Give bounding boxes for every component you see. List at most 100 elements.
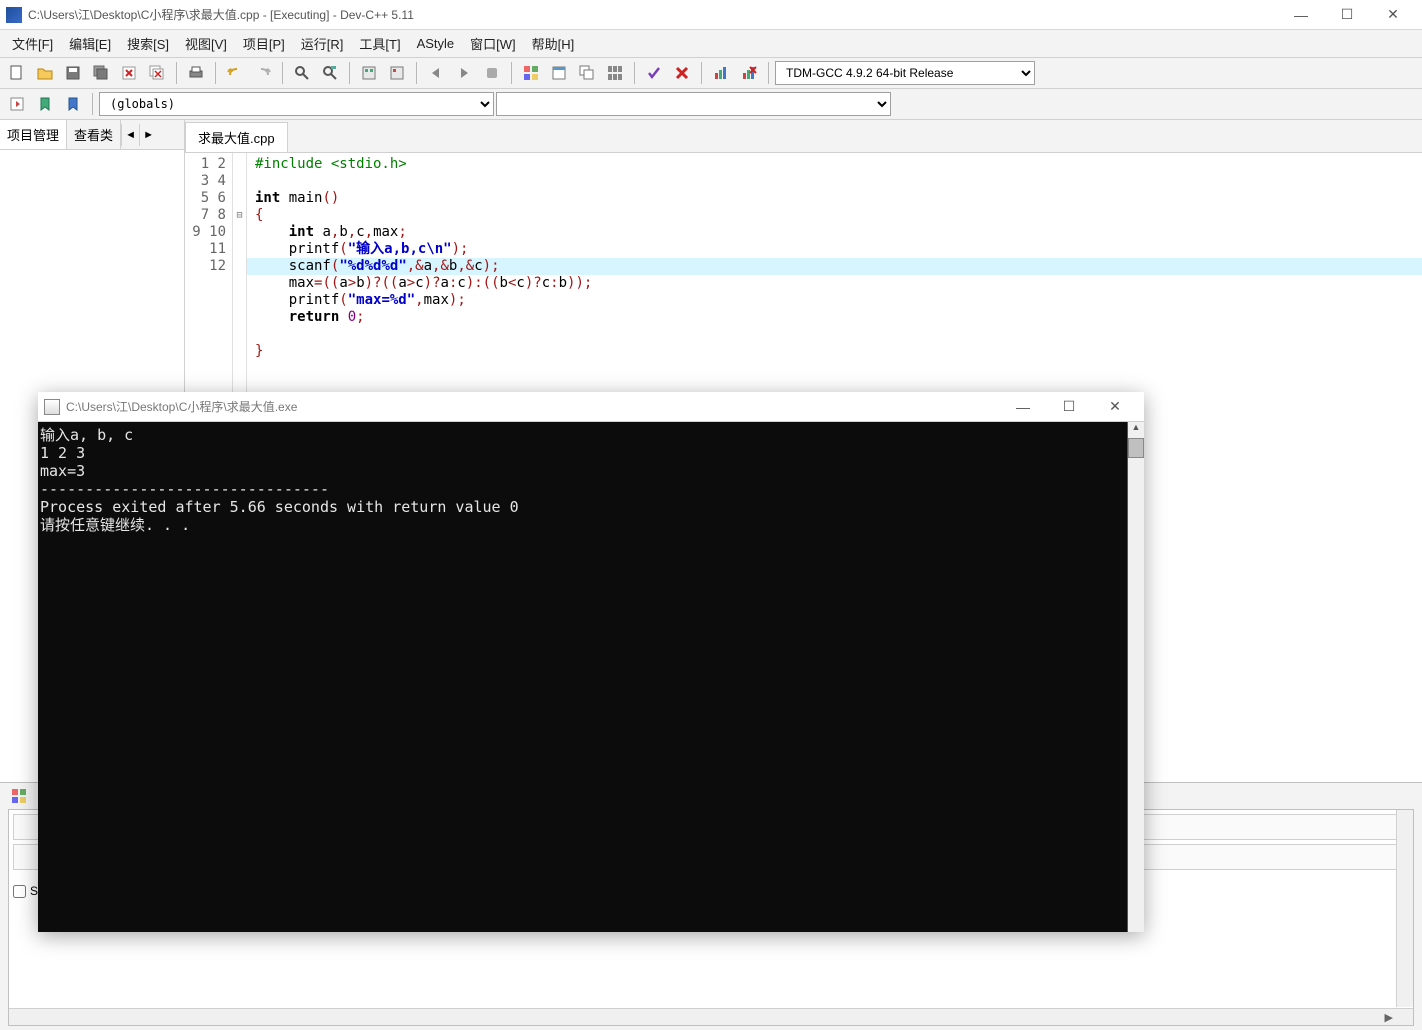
minimize-button[interactable]: —: [1278, 1, 1324, 29]
toolbar-separator: [349, 62, 350, 84]
console-titlebar[interactable]: C:\Users\江\Desktop\C小程序\求最大值.exe — ☐ ✕: [38, 392, 1144, 422]
title-bar: C:\Users\江\Desktop\C小程序\求最大值.cpp - [Exec…: [0, 0, 1422, 30]
main-toolbar: TDM-GCC 4.9.2 64-bit Release: [0, 58, 1422, 89]
menu-file[interactable]: 文件[F]: [4, 30, 61, 57]
console-scrollbar[interactable]: ▲: [1127, 422, 1144, 932]
profile-del-icon[interactable]: [736, 60, 762, 86]
code-token: c: [356, 224, 364, 240]
code-token: );: [483, 258, 500, 274]
code-token: ,&: [407, 258, 424, 274]
console-body: 输入a, b, c 1 2 3 max=3 ------------------…: [38, 422, 1144, 932]
toolbar-separator: [634, 62, 635, 84]
compiler-select[interactable]: TDM-GCC 4.9.2 64-bit Release: [775, 61, 1035, 85]
run-icon[interactable]: [384, 60, 410, 86]
menu-help[interactable]: 帮助[H]: [524, 30, 583, 57]
grid4-icon[interactable]: [518, 60, 544, 86]
new-file-icon[interactable]: [4, 60, 30, 86]
code-token: "max=%d": [348, 292, 415, 308]
code-token: "输入a,b,c\n": [348, 241, 452, 257]
open-file-icon[interactable]: [32, 60, 58, 86]
goto-icon[interactable]: [4, 91, 30, 117]
compiler-h-scrollbar[interactable]: ▶: [9, 1008, 1413, 1025]
code-token: printf: [289, 241, 340, 257]
replace-icon[interactable]: [317, 60, 343, 86]
file-tab-active[interactable]: 求最大值.cpp: [185, 122, 288, 152]
code-token: max: [289, 275, 314, 291]
scroll-thumb[interactable]: [1128, 438, 1144, 458]
grid6-icon[interactable]: [602, 60, 628, 86]
toolbar-separator: [416, 62, 417, 84]
save-all-icon[interactable]: [88, 60, 114, 86]
menu-bar: 文件[F] 编辑[E] 搜索[S] 视图[V] 项目[P] 运行[R] 工具[T…: [0, 30, 1422, 58]
menu-edit[interactable]: 编辑[E]: [61, 30, 119, 57]
code-token: #include <stdio.h>: [255, 156, 407, 172]
close-all-icon[interactable]: [144, 60, 170, 86]
code-token: max: [424, 292, 449, 308]
window-controls: — ☐ ✕: [1278, 1, 1416, 29]
code-token: )?: [424, 275, 441, 291]
members-select[interactable]: [496, 92, 891, 116]
code-token: int: [289, 224, 314, 240]
profile-icon[interactable]: [708, 60, 734, 86]
bookmark-icon[interactable]: [60, 91, 86, 117]
find-icon[interactable]: [289, 60, 315, 86]
check-icon[interactable]: [641, 60, 667, 86]
window-icon[interactable]: [546, 60, 572, 86]
code-token: ,: [415, 292, 423, 308]
close-button[interactable]: ✕: [1370, 1, 1416, 29]
debug-next-icon[interactable]: [451, 60, 477, 86]
menu-search[interactable]: 搜索[S]: [119, 30, 177, 57]
code-token: a: [339, 275, 347, 291]
bookmark-add-icon[interactable]: [32, 91, 58, 117]
sidebar-tab-classes[interactable]: 查看类: [67, 120, 121, 149]
code-token: (: [339, 292, 347, 308]
menu-project[interactable]: 项目[P]: [235, 30, 293, 57]
code-token: a: [314, 224, 331, 240]
compiler-v-scrollbar[interactable]: [1396, 810, 1413, 1007]
code-token: ,: [348, 224, 356, 240]
debug-prev-icon[interactable]: [423, 60, 449, 86]
code-token: 0: [348, 309, 356, 325]
compiler-tab-icon[interactable]: [6, 783, 32, 809]
compile-icon[interactable]: [356, 60, 382, 86]
undo-icon[interactable]: [222, 60, 248, 86]
sidebar-next-icon[interactable]: ►: [139, 124, 157, 146]
menu-window[interactable]: 窗口[W]: [462, 30, 524, 57]
app-icon: [6, 7, 22, 23]
sidebar-prev-icon[interactable]: ◄: [121, 124, 139, 146]
console-window: C:\Users\江\Desktop\C小程序\求最大值.exe — ☐ ✕ 输…: [38, 392, 1144, 932]
maximize-button[interactable]: ☐: [1324, 1, 1370, 29]
console-output[interactable]: 输入a, b, c 1 2 3 max=3 ------------------…: [38, 422, 1127, 932]
redo-icon[interactable]: [250, 60, 276, 86]
print-icon[interactable]: [183, 60, 209, 86]
toolbar-separator: [282, 62, 283, 84]
toolbar-separator: [701, 62, 702, 84]
code-token: ;: [398, 224, 406, 240]
code-token: max: [373, 224, 398, 240]
code-token: ,&: [457, 258, 474, 274]
console-close-button[interactable]: ✕: [1092, 393, 1138, 421]
globals-select[interactable]: (globals): [99, 92, 494, 116]
sidebar-tab-project[interactable]: 项目管理: [0, 120, 67, 149]
code-token: >: [407, 275, 415, 291]
code-token: )?((: [365, 275, 399, 291]
save-icon[interactable]: [60, 60, 86, 86]
menu-astyle[interactable]: AStyle: [409, 32, 463, 55]
shorten-checkbox[interactable]: [13, 885, 26, 898]
file-tabs: 求最大值.cpp: [185, 120, 1422, 153]
console-maximize-button[interactable]: ☐: [1046, 393, 1092, 421]
cancel-icon[interactable]: [669, 60, 695, 86]
code-token: b: [500, 275, 508, 291]
scroll-up-icon[interactable]: ▲: [1128, 422, 1144, 432]
menu-tools[interactable]: 工具[T]: [351, 30, 408, 57]
menu-view[interactable]: 视图[V]: [177, 30, 235, 57]
code-token: b: [339, 224, 347, 240]
menu-run[interactable]: 运行[R]: [293, 30, 352, 57]
debug-stop-icon[interactable]: [479, 60, 505, 86]
windows-icon[interactable]: [574, 60, 600, 86]
code-token: =((: [314, 275, 339, 291]
console-minimize-button[interactable]: —: [1000, 393, 1046, 421]
close-file-icon[interactable]: [116, 60, 142, 86]
code-token: return: [289, 309, 340, 325]
code-token: b: [559, 275, 567, 291]
